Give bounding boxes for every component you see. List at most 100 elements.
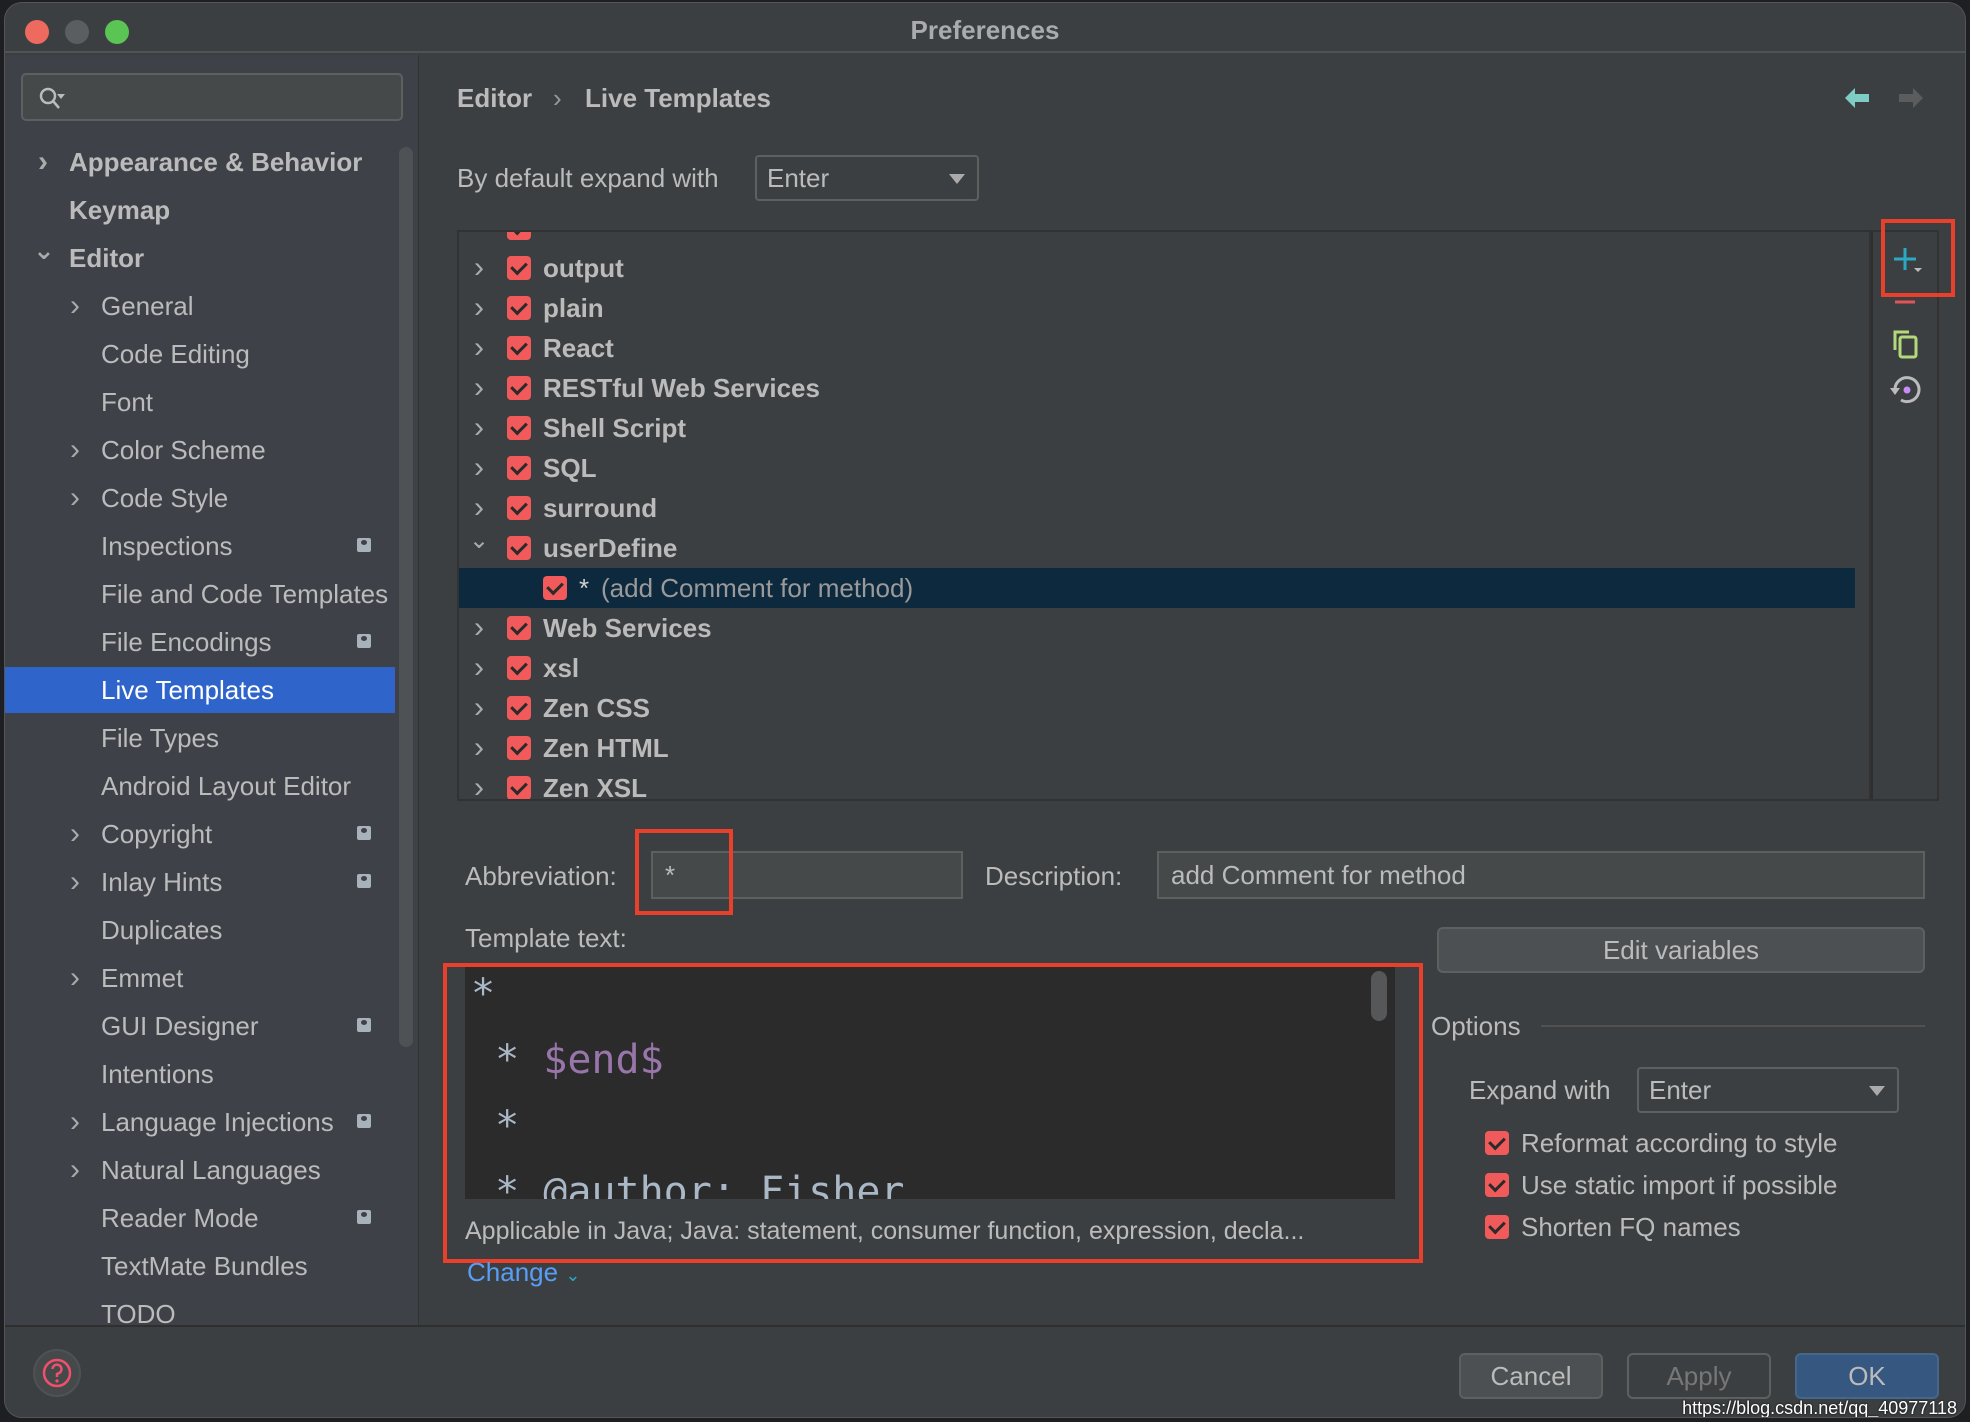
sidebar-item-inspections[interactable]: Inspections xyxy=(5,523,395,569)
group-enabled-checkbox[interactable] xyxy=(507,456,531,480)
chevron-right-icon[interactable]: › xyxy=(65,1099,85,1145)
default-expand-dropdown[interactable]: Enter xyxy=(755,155,979,201)
apply-button[interactable]: Apply xyxy=(1627,1353,1771,1399)
chevron-right-icon[interactable]: › xyxy=(65,1147,85,1193)
sidebar-item-file-types[interactable]: File Types xyxy=(5,715,395,761)
group-enabled-checkbox[interactable] xyxy=(507,416,531,440)
chevron-right-icon[interactable]: › xyxy=(469,368,489,408)
sidebar-scrollbar[interactable] xyxy=(399,147,413,1047)
chevron-down-icon[interactable]: ⌄ xyxy=(469,528,489,554)
breadcrumb-current: Live Templates xyxy=(585,83,771,113)
highlight-add-button xyxy=(1881,219,1955,297)
expand-with-dropdown[interactable]: Enter xyxy=(1637,1067,1899,1113)
abbreviation-label: Abbreviation: xyxy=(465,861,617,891)
sidebar-item-general[interactable]: › General xyxy=(5,283,395,329)
group-enabled-checkbox[interactable] xyxy=(507,256,531,280)
sidebar-item-appearance-behavior[interactable]: › Appearance & Behavior xyxy=(5,139,395,185)
chevron-right-icon[interactable]: › xyxy=(469,448,489,488)
sidebar-item-emmet[interactable]: › Emmet xyxy=(5,955,395,1001)
sidebar-item-code-style[interactable]: › Code Style xyxy=(5,475,395,521)
cancel-button[interactable]: Cancel xyxy=(1459,1353,1603,1399)
change-contexts-link[interactable]: Change ⌄ xyxy=(467,1257,580,1288)
sidebar-item-label: Appearance & Behavior xyxy=(69,147,363,177)
chevron-right-icon[interactable]: › xyxy=(469,728,489,768)
group-enabled-checkbox[interactable] xyxy=(507,376,531,400)
template-group-row[interactable]: › SQL xyxy=(459,448,1855,488)
option-checkbox[interactable] xyxy=(1485,1131,1509,1155)
sidebar-item-inlay-hints[interactable]: › Inlay Hints xyxy=(5,859,395,905)
chevron-right-icon[interactable]: › xyxy=(65,427,85,473)
template-group-row[interactable]: › Web Services xyxy=(459,608,1855,648)
group-enabled-checkbox[interactable] xyxy=(507,696,531,720)
breadcrumb-parent[interactable]: Editor xyxy=(457,83,532,114)
chevron-right-icon[interactable]: › xyxy=(469,768,489,799)
restore-template-button[interactable] xyxy=(1887,370,1927,410)
group-enabled-checkbox[interactable] xyxy=(507,336,531,360)
template-group-row[interactable]: › React xyxy=(459,328,1855,368)
settings-search-input[interactable] xyxy=(21,73,403,121)
sidebar-item-duplicates[interactable]: Duplicates xyxy=(5,907,395,953)
back-arrow-icon[interactable] xyxy=(1845,85,1871,116)
sidebar-item-code-editing[interactable]: Code Editing xyxy=(5,331,395,377)
sidebar-item-file-and-code-templates[interactable]: File and Code Templates xyxy=(5,571,395,617)
chevron-right-icon[interactable]: › xyxy=(469,648,489,688)
template-group-row[interactable]: › Zen XSL xyxy=(459,768,1855,799)
group-enabled-checkbox[interactable] xyxy=(507,296,531,320)
copy-template-button[interactable] xyxy=(1887,324,1927,364)
group-enabled-checkbox[interactable] xyxy=(507,776,531,799)
sidebar-item-textmate-bundles[interactable]: TextMate Bundles xyxy=(5,1243,395,1289)
chevron-right-icon[interactable]: › xyxy=(469,488,489,528)
template-group-row[interactable]: › Shell Script xyxy=(459,408,1855,448)
ok-button[interactable]: OK xyxy=(1795,1353,1939,1399)
sidebar-item-copyright[interactable]: › Copyright xyxy=(5,811,395,857)
template-group-row[interactable]: ⌄ userDefine xyxy=(459,528,1855,568)
description-input[interactable] xyxy=(1157,851,1925,899)
chevron-right-icon[interactable]: › xyxy=(469,688,489,728)
sidebar-item-color-scheme[interactable]: › Color Scheme xyxy=(5,427,395,473)
sidebar-item-keymap[interactable]: Keymap xyxy=(5,187,395,233)
sidebar-item-editor[interactable]: ⌄ Editor xyxy=(5,235,395,281)
chevron-right-icon[interactable]: › xyxy=(469,608,489,648)
help-button[interactable] xyxy=(33,1349,81,1397)
sidebar-item-natural-languages[interactable]: › Natural Languages xyxy=(5,1147,395,1193)
option-checkbox[interactable] xyxy=(1485,1173,1509,1197)
sidebar-item-file-encodings[interactable]: File Encodings xyxy=(5,619,395,665)
chevron-right-icon[interactable]: › xyxy=(65,955,85,1001)
group-enabled-checkbox[interactable] xyxy=(507,656,531,680)
template-row[interactable]: * (add Comment for method) xyxy=(459,568,1855,608)
template-group-name: Shell Script xyxy=(543,413,687,443)
chevron-right-icon[interactable]: › xyxy=(469,248,489,288)
group-enabled-checkbox[interactable] xyxy=(507,536,531,560)
forward-arrow-icon[interactable] xyxy=(1897,85,1923,116)
option-checkbox[interactable] xyxy=(1485,1215,1509,1239)
group-enabled-checkbox[interactable] xyxy=(507,736,531,760)
sidebar-item-reader-mode[interactable]: Reader Mode xyxy=(5,1195,395,1241)
template-group-row[interactable]: › RESTful Web Services xyxy=(459,368,1855,408)
template-group-row[interactable]: › surround xyxy=(459,488,1855,528)
group-enabled-checkbox[interactable] xyxy=(507,496,531,520)
template-group-row[interactable]: › xsl xyxy=(459,648,1855,688)
sidebar-item-language-injections[interactable]: › Language Injections xyxy=(5,1099,395,1145)
sidebar-item-todo[interactable]: TODO xyxy=(5,1291,395,1325)
chevron-right-icon[interactable]: › xyxy=(33,139,53,185)
chevron-right-icon[interactable]: › xyxy=(65,859,85,905)
chevron-down-icon[interactable]: ⌄ xyxy=(33,235,55,281)
template-enabled-checkbox[interactable] xyxy=(543,576,567,600)
template-group-row[interactable]: › plain xyxy=(459,288,1855,328)
sidebar-item-android-layout-editor[interactable]: Android Layout Editor xyxy=(5,763,395,809)
chevron-right-icon[interactable]: › xyxy=(65,283,85,329)
template-group-row[interactable]: › Zen HTML xyxy=(459,728,1855,768)
group-enabled-checkbox[interactable] xyxy=(507,616,531,640)
template-group-row[interactable]: › Zen CSS xyxy=(459,688,1855,728)
chevron-right-icon[interactable]: › xyxy=(65,811,85,857)
edit-variables-button[interactable]: Edit variables xyxy=(1437,927,1925,973)
chevron-right-icon[interactable]: › xyxy=(65,475,85,521)
chevron-right-icon[interactable]: › xyxy=(469,328,489,368)
chevron-right-icon[interactable]: › xyxy=(469,408,489,448)
sidebar-item-gui-designer[interactable]: GUI Designer xyxy=(5,1003,395,1049)
sidebar-item-live-templates[interactable]: Live Templates xyxy=(5,667,395,713)
chevron-right-icon[interactable]: › xyxy=(469,288,489,328)
template-group-row[interactable]: › output xyxy=(459,248,1855,288)
sidebar-item-font[interactable]: Font xyxy=(5,379,395,425)
sidebar-item-intentions[interactable]: Intentions xyxy=(5,1051,395,1097)
